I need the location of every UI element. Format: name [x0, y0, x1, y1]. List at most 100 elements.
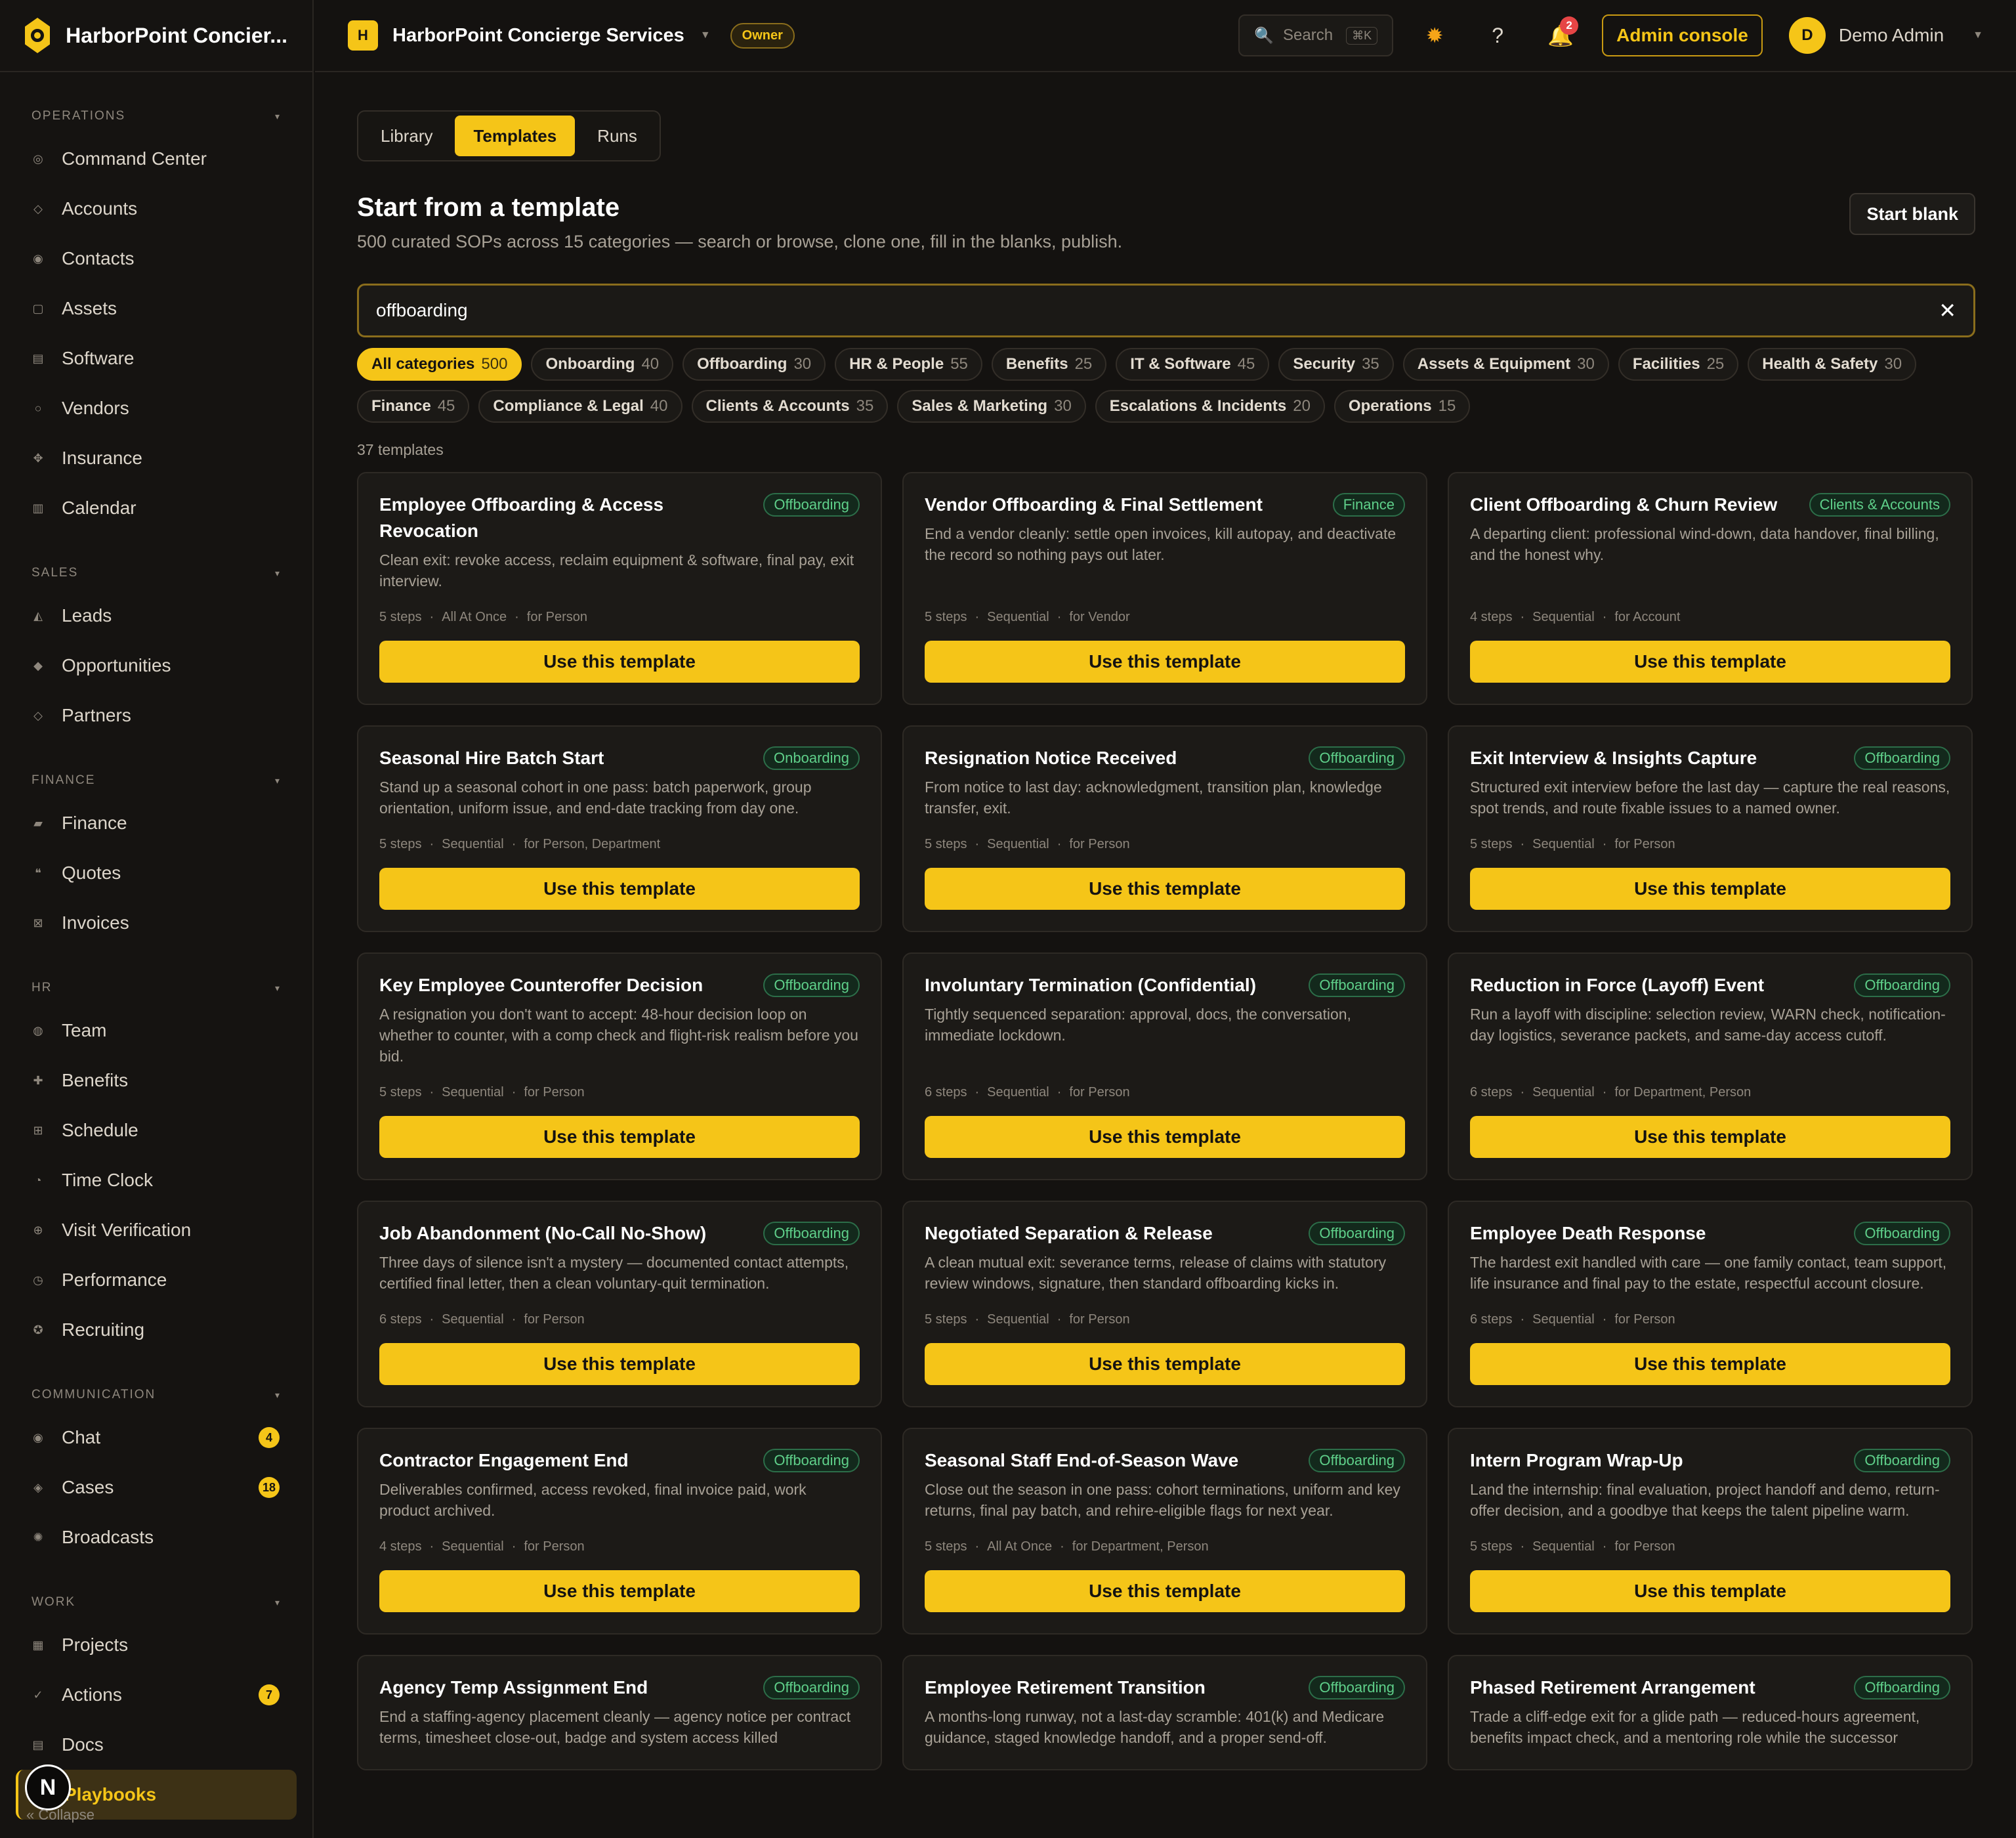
- global-search-button[interactable]: 🔍 Search ⌘K: [1238, 14, 1394, 56]
- sidebar-item-calendar[interactable]: ▥ Calendar: [0, 483, 312, 533]
- filter-chip-escalations-incidents[interactable]: Escalations & Incidents 20: [1095, 390, 1325, 423]
- template-card[interactable]: Exit Interview & Insights Capture Offboar…: [1448, 725, 1973, 932]
- user-menu[interactable]: D Demo Admin ▼: [1788, 17, 1983, 54]
- tab-runs[interactable]: Runs: [579, 116, 656, 156]
- template-card[interactable]: Job Abandonment (No-Call No-Show) Offboar…: [357, 1201, 882, 1407]
- filter-chip-sales-marketing[interactable]: Sales & Marketing 30: [897, 390, 1086, 423]
- sidebar-item-schedule[interactable]: ⊞ Schedule: [0, 1105, 312, 1155]
- workspace-avatar[interactable]: H: [348, 20, 378, 51]
- filter-chip-health-safety[interactable]: Health & Safety 30: [1748, 348, 1917, 381]
- template-card[interactable]: Agency Temp Assignment End Offboarding End…: [357, 1655, 882, 1770]
- filter-chip-hr-people[interactable]: HR & People 55: [835, 348, 982, 381]
- sidebar-item-time-clock[interactable]: ◔ Time Clock: [0, 1155, 312, 1205]
- use-template-button[interactable]: Use this template: [1470, 1116, 1950, 1158]
- sidebar-item-quotes[interactable]: ❝ Quotes: [0, 848, 312, 898]
- sidebar-item-software[interactable]: ▤ Software: [0, 333, 312, 383]
- filter-chip-offboarding[interactable]: Offboarding 30: [682, 348, 826, 381]
- template-card[interactable]: Intern Program Wrap-Up Offboarding Land th…: [1448, 1428, 1973, 1635]
- brand[interactable]: HarborPoint Concier...: [0, 0, 312, 72]
- use-template-button[interactable]: Use this template: [1470, 868, 1950, 910]
- template-card[interactable]: Employee Offboarding & Access Revocation…: [357, 472, 882, 705]
- sidebar-item-projects[interactable]: ▦ Projects: [0, 1620, 312, 1670]
- sidebar-item-recruiting[interactable]: ✪ Recruiting: [0, 1305, 312, 1355]
- sidebar-item-team[interactable]: ◍ Team: [0, 1006, 312, 1056]
- sidebar-item-performance[interactable]: ◷ Performance: [0, 1255, 312, 1305]
- sidebar-item-cases[interactable]: ◈ Cases 18: [0, 1463, 312, 1512]
- template-card[interactable]: Reduction in Force (Layoff) Event Offboar…: [1448, 952, 1973, 1180]
- sidebar-item-insurance[interactable]: ✥ Insurance: [0, 433, 312, 483]
- sidebar-item-accounts[interactable]: ◇ Accounts: [0, 184, 312, 234]
- filter-chip-operations[interactable]: Operations 15: [1334, 390, 1471, 423]
- use-template-button[interactable]: Use this template: [925, 1570, 1405, 1612]
- template-card[interactable]: Seasonal Hire Batch Start Onboarding Stand…: [357, 725, 882, 932]
- template-search-input[interactable]: [376, 300, 1939, 321]
- sidebar-item-opportunities[interactable]: ◆ Opportunities: [0, 641, 312, 691]
- sidebar-item-chat[interactable]: ◉ Chat 4: [0, 1413, 312, 1463]
- use-template-button[interactable]: Use this template: [1470, 1343, 1950, 1385]
- filter-chip-clients-accounts[interactable]: Clients & Accounts 35: [691, 390, 889, 423]
- sidebar-item-docs[interactable]: ▤ Docs: [0, 1720, 312, 1770]
- filter-chip-finance[interactable]: Finance 45: [357, 390, 470, 423]
- template-card[interactable]: Contractor Engagement End Offboarding Deli…: [357, 1428, 882, 1635]
- help-button[interactable]: ?: [1476, 14, 1519, 57]
- use-template-button[interactable]: Use this template: [379, 868, 860, 910]
- sidebar-section-header[interactable]: WORK ▾: [0, 1585, 312, 1620]
- sidebar-item-contacts[interactable]: ◉ Contacts: [0, 234, 312, 284]
- filter-chip-it-software[interactable]: IT & Software 45: [1116, 348, 1270, 381]
- sidebar-item-actions[interactable]: ✓ Actions 7: [0, 1670, 312, 1720]
- template-card[interactable]: Client Offboarding & Churn Review Clients…: [1448, 472, 1973, 705]
- sidebar-section-header[interactable]: FINANCE ▾: [0, 763, 312, 798]
- filter-chip-assets-equipment[interactable]: Assets & Equipment 30: [1402, 348, 1609, 381]
- use-template-button[interactable]: Use this template: [925, 1116, 1405, 1158]
- sidebar-item-finance[interactable]: ▰ Finance: [0, 798, 312, 848]
- sidebar-section-header[interactable]: HR ▾: [0, 970, 312, 1006]
- filter-chip-security[interactable]: Security 35: [1278, 348, 1394, 381]
- sidebar-item-broadcasts[interactable]: ✺ Broadcasts: [0, 1512, 312, 1562]
- use-template-button[interactable]: Use this template: [925, 1343, 1405, 1385]
- use-template-button[interactable]: Use this template: [379, 1116, 860, 1158]
- template-card[interactable]: Seasonal Staff End-of-Season Wave Offboar…: [902, 1428, 1427, 1635]
- sidebar-item-leads[interactable]: ◭ Leads: [0, 591, 312, 641]
- template-card[interactable]: Key Employee Counteroffer Decision Offboa…: [357, 952, 882, 1180]
- template-card[interactable]: Phased Retirement Arrangement Offboarding…: [1448, 1655, 1973, 1770]
- use-template-button[interactable]: Use this template: [925, 868, 1405, 910]
- template-card[interactable]: Negotiated Separation & Release Offboardi…: [902, 1201, 1427, 1407]
- sidebar-item-command-center[interactable]: ◎ Command Center: [0, 134, 312, 184]
- sidebar-section-header[interactable]: COMMUNICATION ▾: [0, 1377, 312, 1413]
- avatar[interactable]: N: [25, 1764, 71, 1810]
- template-card[interactable]: Involuntary Termination (Confidential) Of…: [902, 952, 1427, 1180]
- theme-toggle-button[interactable]: ✹: [1413, 14, 1456, 57]
- use-template-button[interactable]: Use this template: [379, 1343, 860, 1385]
- sidebar-item-vendors[interactable]: ○ Vendors: [0, 383, 312, 433]
- filter-chip-facilities[interactable]: Facilities 25: [1618, 348, 1739, 381]
- admin-console-button[interactable]: Admin console: [1602, 14, 1763, 56]
- template-card[interactable]: Vendor Offboarding & Final Settlement Fin…: [902, 472, 1427, 705]
- tab-library[interactable]: Library: [362, 116, 451, 156]
- sidebar-item-invoices[interactable]: ⊠ Invoices: [0, 898, 312, 948]
- use-template-button[interactable]: Use this template: [1470, 641, 1950, 683]
- chevron-down-icon[interactable]: ▼: [700, 30, 711, 41]
- sidebar-item-visit-verification[interactable]: ⊕ Visit Verification: [0, 1205, 312, 1255]
- start-blank-button[interactable]: Start blank: [1849, 193, 1975, 235]
- collapse-button[interactable]: « Collapse: [26, 1806, 94, 1824]
- clear-search-icon[interactable]: ✕: [1939, 298, 1956, 323]
- sidebar-section-header[interactable]: OPERATIONS ▾: [0, 98, 312, 134]
- filter-chip-onboarding[interactable]: Onboarding 40: [531, 348, 674, 381]
- template-card[interactable]: Resignation Notice Received Offboarding Fr…: [902, 725, 1427, 932]
- use-template-button[interactable]: Use this template: [1470, 1570, 1950, 1612]
- use-template-button[interactable]: Use this template: [925, 641, 1405, 683]
- use-template-button[interactable]: Use this template: [379, 641, 860, 683]
- filter-chip-benefits[interactable]: Benefits 25: [991, 348, 1107, 381]
- sidebar-item-benefits[interactable]: ✚ Benefits: [0, 1056, 312, 1105]
- sidebar-section-header[interactable]: SALES ▾: [0, 555, 312, 591]
- use-template-button[interactable]: Use this template: [379, 1570, 860, 1612]
- tab-templates[interactable]: Templates: [455, 116, 576, 156]
- sidebar-item-partners[interactable]: ◇ Partners: [0, 691, 312, 740]
- template-card[interactable]: Employee Retirement Transition Offboardin…: [902, 1655, 1427, 1770]
- filter-chip-all-categories[interactable]: All categories 500: [357, 348, 522, 381]
- filter-chip-compliance-legal[interactable]: Compliance & Legal 40: [478, 390, 682, 423]
- sidebar-item-assets[interactable]: ▢ Assets: [0, 284, 312, 333]
- workspace-name[interactable]: HarborPoint Concierge Services: [392, 25, 684, 47]
- template-card[interactable]: Employee Death Response Offboarding The ha…: [1448, 1201, 1973, 1407]
- notifications-button[interactable]: 🔔 2: [1539, 14, 1582, 57]
